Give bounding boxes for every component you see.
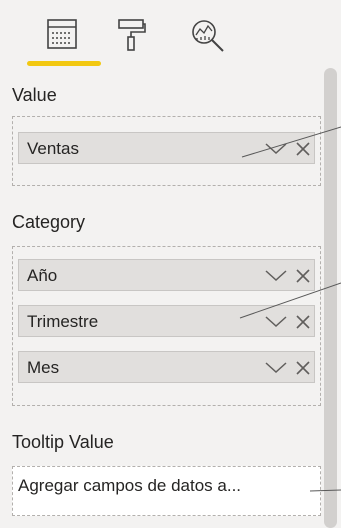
category-field-well[interactable]: Año Trimestre Mes: [12, 246, 321, 406]
close-icon[interactable]: [295, 360, 311, 376]
chevron-down-icon[interactable]: [265, 270, 287, 282]
field-pill-ventas[interactable]: Ventas: [18, 132, 315, 164]
field-pill-ano[interactable]: Año: [18, 259, 315, 291]
close-icon[interactable]: [295, 268, 311, 284]
visualization-pane-toolbar: [0, 0, 341, 72]
tooltip-field-well[interactable]: Agregar campos de datos a...: [12, 466, 321, 516]
fields-tab[interactable]: [46, 18, 78, 50]
active-tab-indicator: [27, 61, 101, 66]
chevron-down-icon[interactable]: [265, 143, 287, 155]
field-pill-label: Trimestre: [27, 312, 99, 331]
value-field-well[interactable]: Ventas: [12, 116, 321, 186]
category-section-title: Category: [12, 212, 86, 232]
pane-scrollbar[interactable]: [324, 68, 337, 528]
field-pill-mes[interactable]: Mes: [18, 351, 315, 383]
chevron-down-icon[interactable]: [265, 316, 287, 328]
field-pill-label: Ventas: [27, 139, 79, 158]
fields-icon: [47, 19, 77, 49]
format-paint-roller-icon: [118, 19, 146, 51]
field-pill-label: Mes: [27, 358, 60, 377]
chevron-down-icon[interactable]: [265, 362, 287, 374]
field-pill-trimestre[interactable]: Trimestre: [18, 305, 315, 337]
analytics-tab[interactable]: [190, 18, 226, 54]
value-section-title: Value: [12, 85, 57, 105]
close-icon[interactable]: [295, 141, 311, 157]
analytics-magnifier-icon: [192, 20, 224, 52]
tooltip-section-title: Tooltip Value: [12, 432, 114, 452]
close-icon[interactable]: [295, 314, 311, 330]
add-fields-placeholder[interactable]: Agregar campos de datos a...: [18, 476, 314, 496]
field-pill-label: Año: [27, 266, 58, 285]
format-tab[interactable]: [117, 18, 147, 52]
